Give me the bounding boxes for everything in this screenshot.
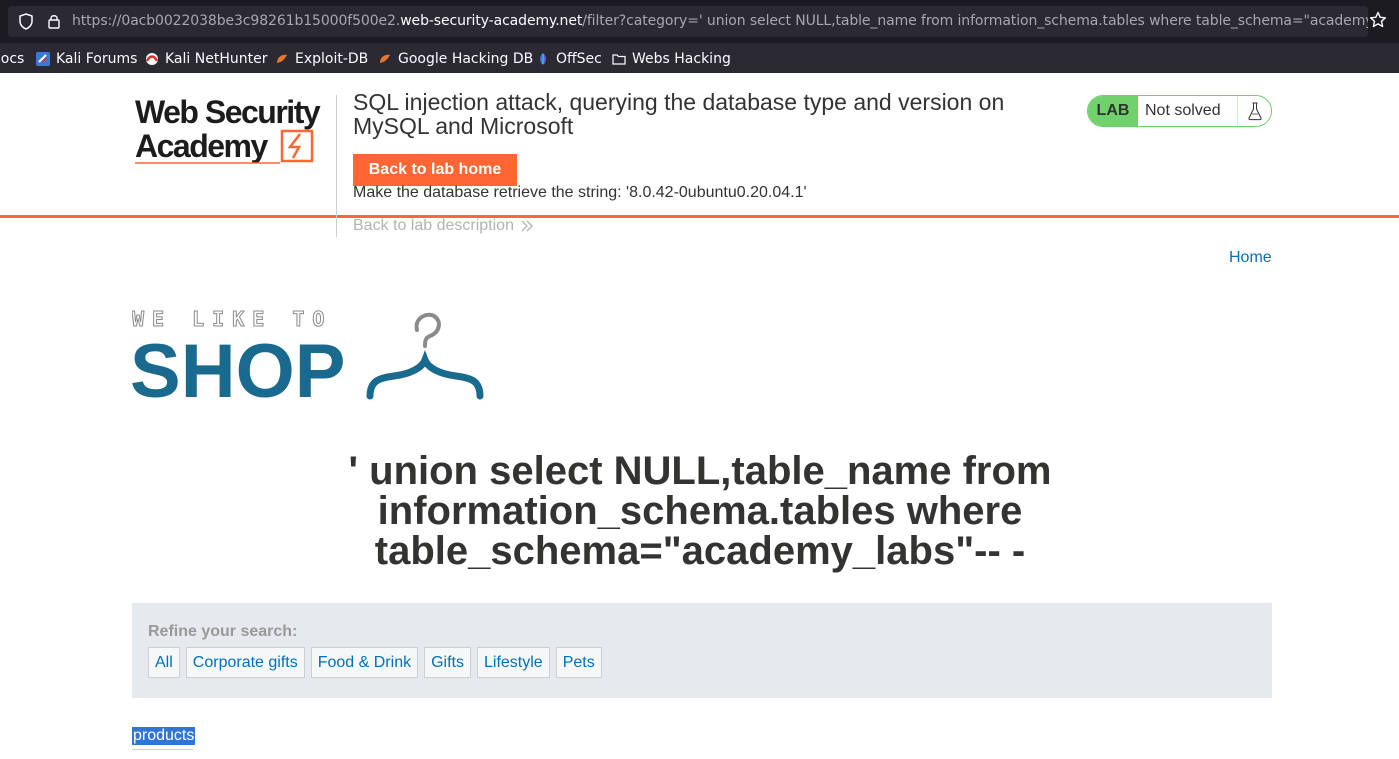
back-to-lab-home-button[interactable]: Back to lab home [353,154,517,186]
category-filters: All Corporate gifts Food & Drink Gifts L… [148,647,602,678]
filter-pets[interactable]: Pets [555,647,602,678]
bookmark-label: Kali NetHunter [165,51,268,67]
bookmark-docs[interactable]: Docs [0,49,24,69]
url-text: https://0acb0022038be3c98261b15000f500e2… [72,13,1368,29]
bookmark-label: OffSec [556,51,602,67]
web-security-academy-logo[interactable]: Web Security Academy [135,95,335,167]
browser-url-bar: https://0acb0022038be3c98261b15000f500e2… [0,0,1399,42]
lab-instruction: Make the database retrieve the string: '… [353,184,807,201]
shop-logo-big: SHOP [132,329,345,402]
we-like-to-shop-logo[interactable]: WE LIKE TO SHOP [132,310,484,402]
lab-status-widget: LAB Not solved [1087,95,1272,127]
address-field[interactable]: https://0acb0022038be3c98261b15000f500e2… [8,6,1368,37]
bookmark-label: Exploit-DB [295,51,369,67]
bookmark-label: Docs [0,51,25,67]
refine-search-panel: Refine your search: All Corporate gifts … [132,603,1272,698]
tracking-shield-icon[interactable] [18,13,34,30]
bookmark-star-icon[interactable] [1369,11,1387,29]
back-to-description-label: Back to lab description [353,217,514,234]
filter-corporate-gifts[interactable]: Corporate gifts [185,647,305,678]
refine-search-label: Refine your search: [148,623,298,640]
ghdb-icon [380,54,390,63]
logo-line1: Web Security [135,95,321,130]
url-prefix: https://0acb0022038be3c98261b15000f500e2… [72,13,401,29]
bookmark-google-hacking-db[interactable]: Google Hacking DB [378,49,533,69]
logo-line2: Academy [135,128,269,164]
kali-forums-icon [36,52,50,66]
nethunter-icon [145,53,159,65]
back-to-lab-description-link[interactable]: Back to lab description [353,217,534,235]
bookmarks-bar: Docs Kali Forums Kali NetHunter Exploit-… [0,42,1399,73]
lab-title: SQL injection attack, querying the datab… [353,89,1005,139]
bookmark-label: Webs Hacking [632,51,731,67]
double-chevron-right-icon [521,220,533,232]
bookmark-webs-hacking[interactable]: Webs Hacking [612,49,731,69]
flask-icon-button[interactable] [1237,96,1271,126]
shop-logo-small: WE LIKE TO [132,310,332,331]
bookmark-label: Google Hacking DB [398,51,534,67]
url-path: /filter?category=' union select NULL,tab… [582,13,1368,29]
filter-gifts[interactable]: Gifts [424,647,471,678]
result-divider [132,749,193,750]
url-host: web-security-academy.net [400,13,583,29]
result-table-name[interactable]: products [132,727,196,745]
filter-lifestyle[interactable]: Lifestyle [476,647,550,678]
search-heading: ' union select NULL,table_name from info… [348,449,1052,573]
flask-icon [1247,102,1262,121]
folder-icon [612,54,626,65]
offsec-icon [540,53,546,65]
home-link[interactable]: Home [1229,249,1272,267]
bookmark-exploit-db[interactable]: Exploit-DB [275,49,368,69]
lab-status-text: Not solved [1145,102,1221,119]
bookmark-kali-forums[interactable]: Kali Forums [36,49,137,69]
lock-icon[interactable] [47,13,61,30]
bookmark-label: Kali Forums [56,51,138,67]
lab-badge: LAB [1088,96,1138,126]
filter-food-drink[interactable]: Food & Drink [310,647,419,678]
header-divider [336,95,337,237]
filter-all[interactable]: All [148,647,180,678]
bookmark-offsec[interactable]: OffSec [536,49,602,69]
bookmark-kali-nethunter[interactable]: Kali NetHunter [145,49,267,69]
exploitdb-icon [277,54,287,63]
